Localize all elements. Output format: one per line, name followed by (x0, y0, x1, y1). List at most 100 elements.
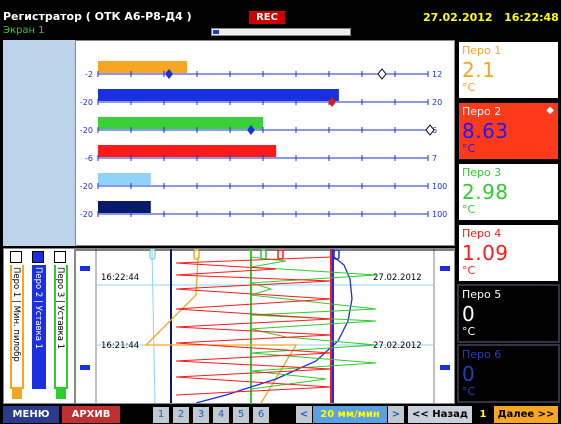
page-button-5[interactable]: 5 (233, 407, 249, 423)
footer-bar: МЕНЮ АРХИВ 123456 < 20 мм/мин > << Назад… (0, 404, 561, 424)
pen-label: Перо 2 (462, 105, 502, 118)
pen-panel-1[interactable]: Перо 1 2.1 °C (457, 40, 560, 100)
pen-panel-2[interactable]: Перо 2 8.63 °C ◆ (457, 101, 560, 161)
pen1-legend-label: Перо 1 | Мин. пилобр (11, 267, 21, 362)
speed-display: 20 мм/мин (313, 406, 387, 423)
pen3-marker (56, 387, 66, 399)
pen-unit: °C (462, 203, 476, 216)
pen-unit: °C (462, 325, 476, 338)
pen-value: 8.63 (462, 119, 509, 143)
bar-min-label-6: -20 (80, 210, 93, 219)
page-button-3[interactable]: 3 (193, 407, 209, 423)
pen3-trend-curve (250, 256, 377, 390)
pen-panel-5[interactable]: Перо 5 0 °C (457, 284, 560, 343)
alarm-marker-icon (377, 68, 387, 80)
bar-max-label-4: 7 (432, 154, 437, 163)
record-progress-bar (211, 28, 351, 36)
trend-time-1: 16:22:44 (101, 273, 139, 283)
bargraph-canvas: -2 12 -20 20 -20 6 -6 7 -20 100 -20 100 (80, 61, 447, 219)
bar-max-label-2: 20 (432, 98, 442, 107)
pen2-checkbox[interactable] (32, 251, 44, 263)
pen1-checkbox[interactable] (10, 251, 22, 263)
progress-fill (213, 30, 219, 34)
pen-label: Перо 4 (462, 227, 502, 240)
pen-unit: °C (462, 142, 476, 155)
header-bar: Регистратор ( ОТК А6-Р8-Д4 ) Экран 1 REC… (0, 0, 561, 40)
pen-value: 1.09 (462, 241, 509, 265)
pen4-trend-curve (175, 256, 332, 396)
left-panel (3, 40, 75, 246)
pen1-pointer-icon (193, 249, 200, 260)
pen-label: Перо 3 (462, 166, 502, 179)
page-button-2[interactable]: 2 (173, 407, 189, 423)
bar-fill-5 (98, 173, 151, 185)
trend-canvas: 16:22:44 27.02.2012 16:21:44 27.02.2012 (76, 249, 454, 404)
trend-right-marker-2 (440, 365, 450, 370)
bargraph-panel: -2 12 -20 20 -20 6 -6 7 -20 100 -20 100 (75, 40, 455, 246)
trend-legend: Перо 1 | Мин. пилобр Перо 2 | Уставка 1 … (3, 248, 75, 404)
trend-left-marker-1 (80, 266, 90, 271)
pen-label: Перо 6 (462, 348, 502, 361)
pen-label: Перо 1 (462, 44, 502, 57)
speed-prev-button[interactable]: < (296, 406, 312, 423)
pen3-pointer-icon (260, 249, 267, 260)
pen-unit: °C (462, 264, 476, 277)
trend-date-1: 27.02.2012 (373, 273, 422, 283)
screen-label: Экран 1 (3, 25, 45, 36)
page-button-6[interactable]: 6 (253, 407, 269, 423)
pen-value: 2.98 (462, 180, 509, 204)
bar-max-label-1: 12 (432, 70, 442, 79)
pen-panel-3[interactable]: Перо 3 2.98 °C (457, 162, 560, 222)
pen-unit: °C (462, 385, 476, 398)
bar-min-label-5: -20 (80, 182, 93, 191)
next-button[interactable]: Далее >> (494, 406, 558, 423)
pen-value: 2.1 (462, 58, 496, 82)
bar-fill-1 (98, 61, 188, 73)
pen2-pointer-icon (333, 249, 340, 260)
trend-left-marker-2 (80, 365, 90, 370)
bar-row-4: -6 7 (85, 145, 437, 163)
bar-fill-3 (98, 117, 263, 129)
pen-unit: °C (462, 81, 476, 94)
bar-fill-6 (98, 201, 151, 213)
pen-label: Перо 5 (462, 288, 502, 301)
page-button-1[interactable]: 1 (153, 407, 169, 423)
pen3-legend-label: Перо 3 | Уставка 1 (55, 267, 65, 350)
rec-indicator: REC (249, 11, 285, 24)
menu-button[interactable]: МЕНЮ (3, 406, 59, 423)
pen-value: 0 (462, 302, 476, 326)
recorder-title: Регистратор ( ОТК А6-Р8-Д4 ) (3, 10, 192, 23)
speed-next-button[interactable]: > (388, 406, 404, 423)
pen4-pointer-icon (277, 249, 284, 260)
bar-max-label-6: 100 (432, 210, 447, 219)
alarm-diamond-icon: ◆ (546, 105, 554, 116)
bar-fill-2 (98, 89, 339, 101)
pen2-legend-label: Перо 2 | Уставка 1 (33, 267, 43, 350)
archive-button[interactable]: АРХИВ (62, 406, 120, 423)
pen-value: 0 (462, 362, 476, 386)
pen-panel-4[interactable]: Перо 4 1.09 °C (457, 223, 560, 283)
bar-row-1: -2 12 (85, 61, 442, 79)
pen5-trend-line (151, 250, 156, 404)
pen3-checkbox[interactable] (54, 251, 66, 263)
trend-panel: 16:22:44 27.02.2012 16:21:44 27.02.2012 (75, 248, 455, 404)
trend-right-marker-1 (440, 266, 450, 271)
bar-fill-4 (98, 145, 277, 157)
trend-time-2: 16:21:44 (101, 341, 139, 351)
date-display: 27.02.2012 (423, 11, 493, 24)
datetime: 27.02.2012 16:22:48 (423, 11, 559, 24)
bar-min-label-1: -2 (85, 70, 93, 79)
page-number: 1 (474, 406, 492, 423)
bar-row-6: -20 100 (80, 201, 447, 219)
bar-row-5: -20 100 (80, 173, 447, 191)
trend-date-2: 27.02.2012 (373, 341, 422, 351)
page-button-4[interactable]: 4 (213, 407, 229, 423)
bar-min-label-3: -20 (80, 126, 93, 135)
back-button[interactable]: << Назад (408, 406, 472, 423)
bar-min-label-4: -6 (85, 154, 93, 163)
bar-min-label-2: -20 (80, 98, 93, 107)
bar-row-3: -20 6 (80, 117, 437, 135)
pen-panel-6[interactable]: Перо 6 0 °C (457, 344, 560, 403)
bar-max-label-5: 100 (432, 182, 447, 191)
pen1-marker (12, 387, 22, 399)
